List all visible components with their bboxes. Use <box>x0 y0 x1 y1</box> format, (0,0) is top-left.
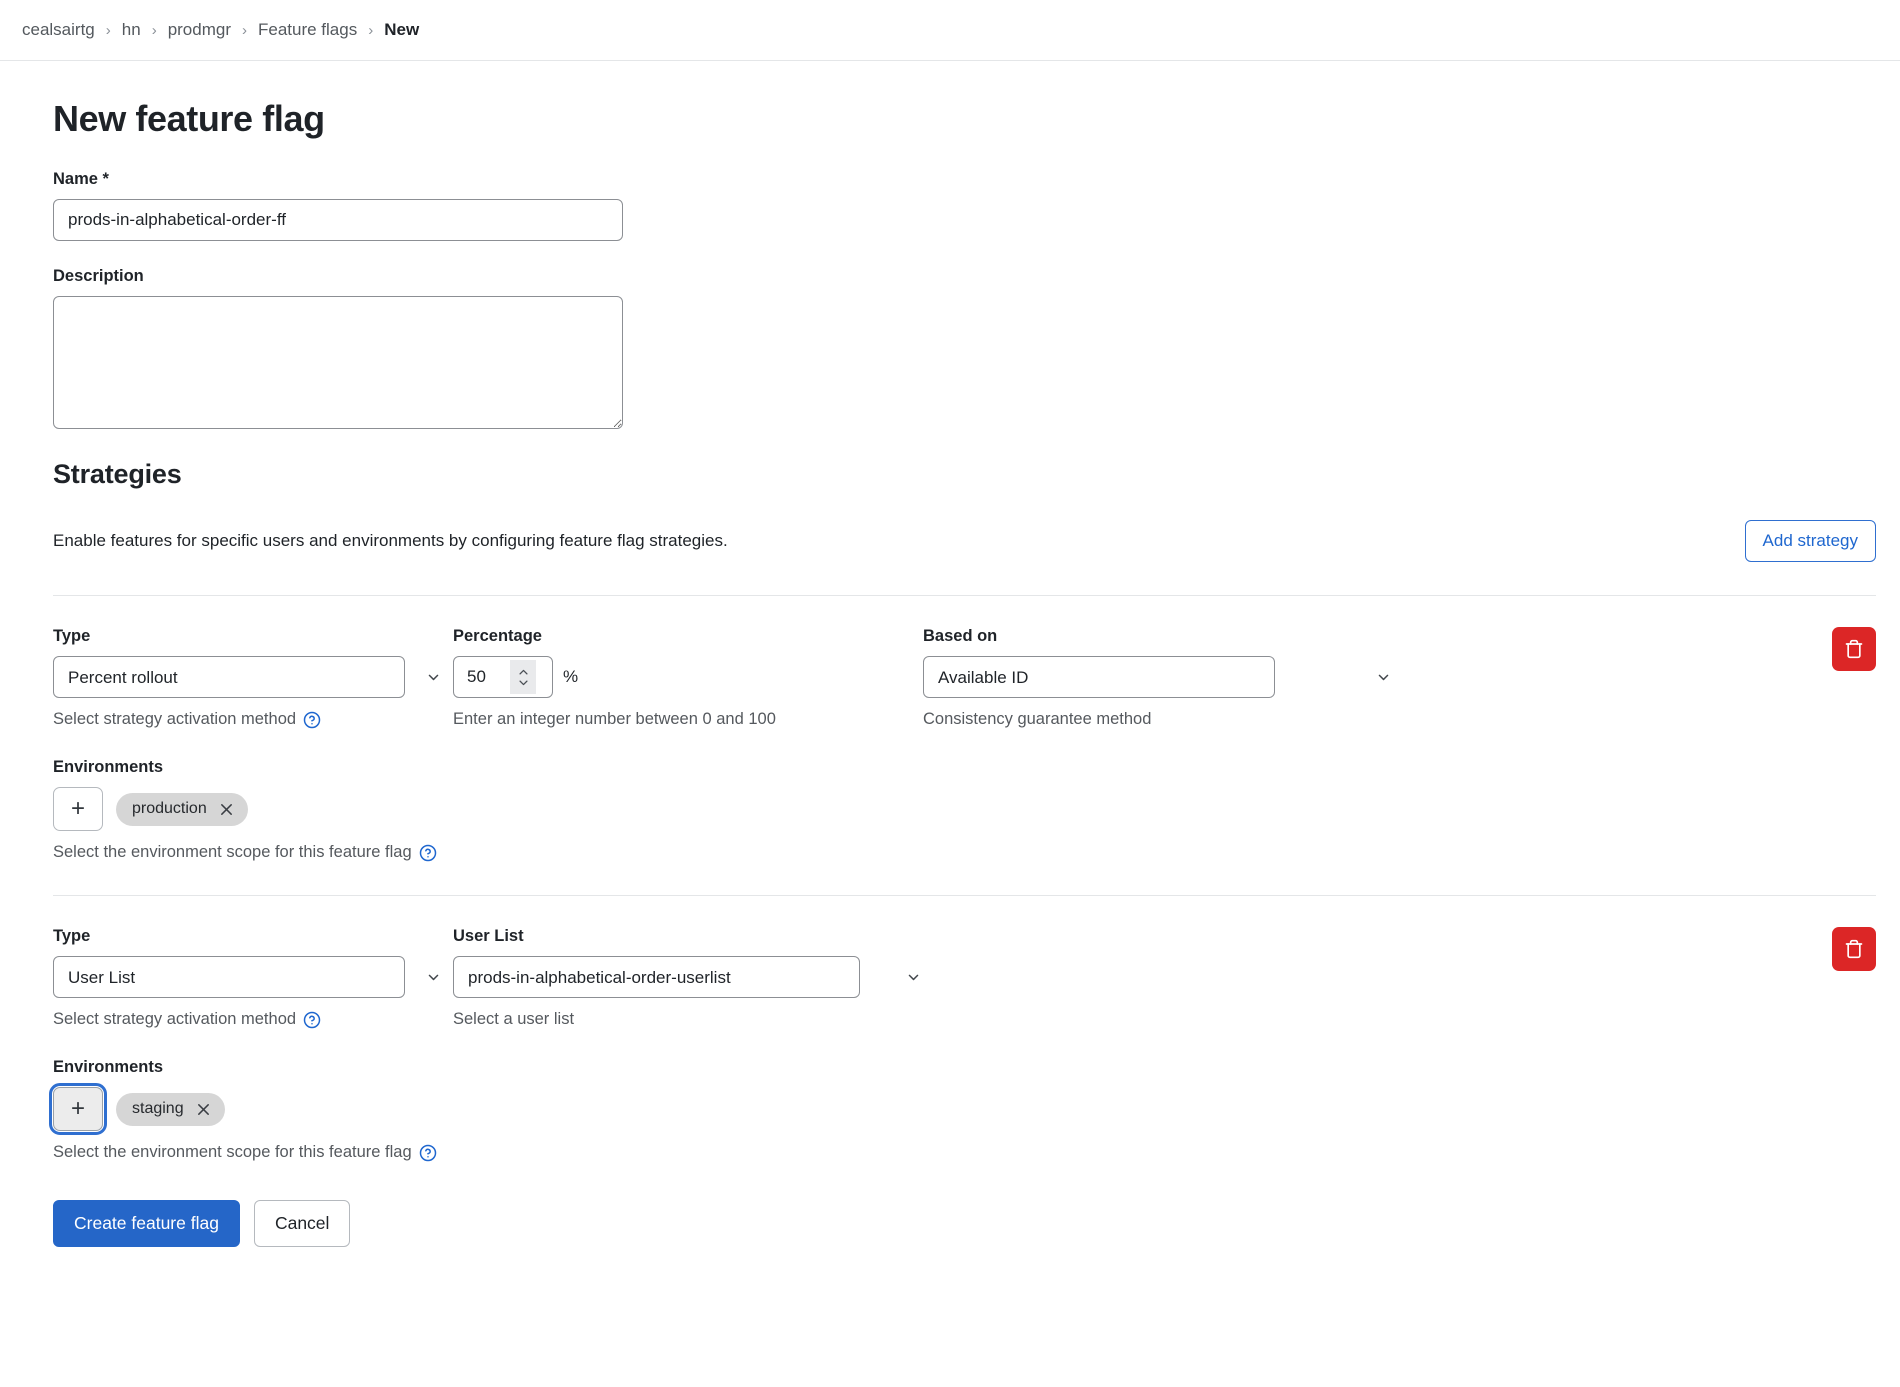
strategy-user-list-hint: Select a user list <box>453 1010 933 1029</box>
strategy-user-list-group: User List prods-in-alphabetical-order-us… <box>453 927 933 1029</box>
breadcrumb-item-project[interactable]: hn <box>122 20 141 40</box>
environment-chip-label: production <box>132 800 207 818</box>
environment-chip: production <box>116 793 248 826</box>
strategy-based-on-hint-text: Consistency guarantee method <box>923 710 1151 729</box>
strategy-row: Type Percent rollout Select strategy act… <box>53 596 1876 862</box>
breadcrumb-item-org[interactable]: cealsairtg <box>22 20 95 40</box>
chevron-down-icon[interactable] <box>518 679 529 686</box>
environments-group: Environments + staging Select the enviro… <box>53 1058 1876 1162</box>
strategies-heading: Strategies <box>53 459 1876 490</box>
chevron-up-icon[interactable] <box>518 669 529 676</box>
breadcrumb-separator-icon: › <box>242 23 247 38</box>
strategy-user-list-hint-text: Select a user list <box>453 1010 574 1029</box>
environment-chip: staging <box>116 1093 225 1126</box>
name-label: Name * <box>53 170 1876 189</box>
strategies-intro-row: Enable features for specific users and e… <box>53 520 1876 562</box>
trash-icon <box>1844 939 1864 959</box>
percentage-stepper[interactable] <box>453 656 553 698</box>
strategy-type-hint: Select strategy activation method <box>53 1010 453 1029</box>
add-strategy-button[interactable]: Add strategy <box>1745 520 1876 562</box>
help-circle-icon[interactable] <box>419 1144 437 1162</box>
strategies-description: Enable features for specific users and e… <box>53 531 728 551</box>
environments-label: Environments <box>53 1058 1876 1077</box>
strategy-row: Type User List Select strategy activatio… <box>53 896 1876 1162</box>
strategy-user-list-label: User List <box>453 927 933 946</box>
breadcrumb-separator-icon: › <box>152 23 157 38</box>
help-circle-icon[interactable] <box>303 1011 321 1029</box>
environments-hint: Select the environment scope for this fe… <box>53 843 1876 862</box>
chevron-down-icon <box>907 971 920 984</box>
breadcrumb-item-subproject[interactable]: prodmgr <box>168 20 231 40</box>
cancel-button[interactable]: Cancel <box>254 1200 350 1247</box>
breadcrumb-separator-icon: › <box>106 23 111 38</box>
strategy-type-hint-text: Select strategy activation method <box>53 710 296 729</box>
close-icon[interactable] <box>219 802 234 817</box>
page-title: New feature flag <box>53 97 1876 140</box>
name-field-group: Name * <box>53 170 1876 241</box>
help-circle-icon[interactable] <box>303 711 321 729</box>
percentage-spinner[interactable] <box>510 660 536 694</box>
strategy-type-hint: Select strategy activation method <box>53 710 453 729</box>
add-environment-button[interactable]: + <box>53 787 103 831</box>
strategy-percentage-label: Percentage <box>453 627 923 646</box>
chevron-down-icon <box>427 971 440 984</box>
plus-icon: + <box>71 1097 85 1121</box>
environments-label: Environments <box>53 758 1876 777</box>
percent-sign: % <box>563 667 578 687</box>
breadcrumb: cealsairtg › hn › prodmgr › Feature flag… <box>22 20 419 40</box>
environments-hint-text: Select the environment scope for this fe… <box>53 1143 412 1162</box>
environments-row: + staging <box>53 1087 1876 1131</box>
name-input[interactable] <box>53 199 623 241</box>
strategy-type-hint-text: Select strategy activation method <box>53 1010 296 1029</box>
chevron-down-icon <box>1377 671 1390 684</box>
strategy-based-on-hint: Consistency guarantee method <box>923 710 1403 729</box>
strategy-type-group: Type Percent rollout Select strategy act… <box>53 627 453 729</box>
plus-icon: + <box>71 797 85 821</box>
chevron-down-icon <box>427 671 440 684</box>
environments-row: + production <box>53 787 1876 831</box>
breadcrumb-item-current: New <box>384 20 419 40</box>
trash-icon <box>1844 639 1864 659</box>
strategy-based-on-group: Based on Available ID Consistency guaran… <box>923 627 1403 729</box>
strategy-based-on-select[interactable]: Available ID <box>923 656 1275 698</box>
description-label: Description <box>53 267 1876 286</box>
close-icon[interactable] <box>196 1102 211 1117</box>
strategy-type-label: Type <box>53 927 453 946</box>
create-feature-flag-button[interactable]: Create feature flag <box>53 1200 240 1247</box>
strategy-based-on-label: Based on <box>923 627 1403 646</box>
strategy-type-label: Type <box>53 627 453 646</box>
description-field-group: Description <box>53 267 1876 429</box>
description-textarea[interactable] <box>53 296 623 429</box>
strategy-percentage-hint: Enter an integer number between 0 and 10… <box>453 710 923 729</box>
strategy-user-list-select[interactable]: prods-in-alphabetical-order-userlist <box>453 956 860 998</box>
breadcrumb-bar: cealsairtg › hn › prodmgr › Feature flag… <box>0 0 1900 61</box>
help-circle-icon[interactable] <box>419 844 437 862</box>
environment-chip-label: staging <box>132 1100 184 1118</box>
form-actions: Create feature flag Cancel <box>53 1200 1876 1277</box>
delete-strategy-button[interactable] <box>1832 627 1876 671</box>
strategy-type-select[interactable]: Percent rollout <box>53 656 405 698</box>
delete-strategy-button[interactable] <box>1832 927 1876 971</box>
breadcrumb-item-feature-flags[interactable]: Feature flags <box>258 20 357 40</box>
strategy-type-select[interactable]: User List <box>53 956 405 998</box>
percentage-input[interactable] <box>454 657 510 697</box>
page-content: New feature flag Name * Description Stra… <box>0 97 1900 1277</box>
breadcrumb-separator-icon: › <box>368 23 373 38</box>
add-environment-button[interactable]: + <box>53 1087 103 1131</box>
environments-group: Environments + production Select the env… <box>53 758 1876 862</box>
strategy-type-group: Type User List Select strategy activatio… <box>53 927 453 1029</box>
strategy-percentage-group: Percentage % <box>453 627 923 729</box>
strategy-percentage-hint-text: Enter an integer number between 0 and 10… <box>453 710 776 729</box>
environments-hint: Select the environment scope for this fe… <box>53 1143 1876 1162</box>
environments-hint-text: Select the environment scope for this fe… <box>53 843 412 862</box>
